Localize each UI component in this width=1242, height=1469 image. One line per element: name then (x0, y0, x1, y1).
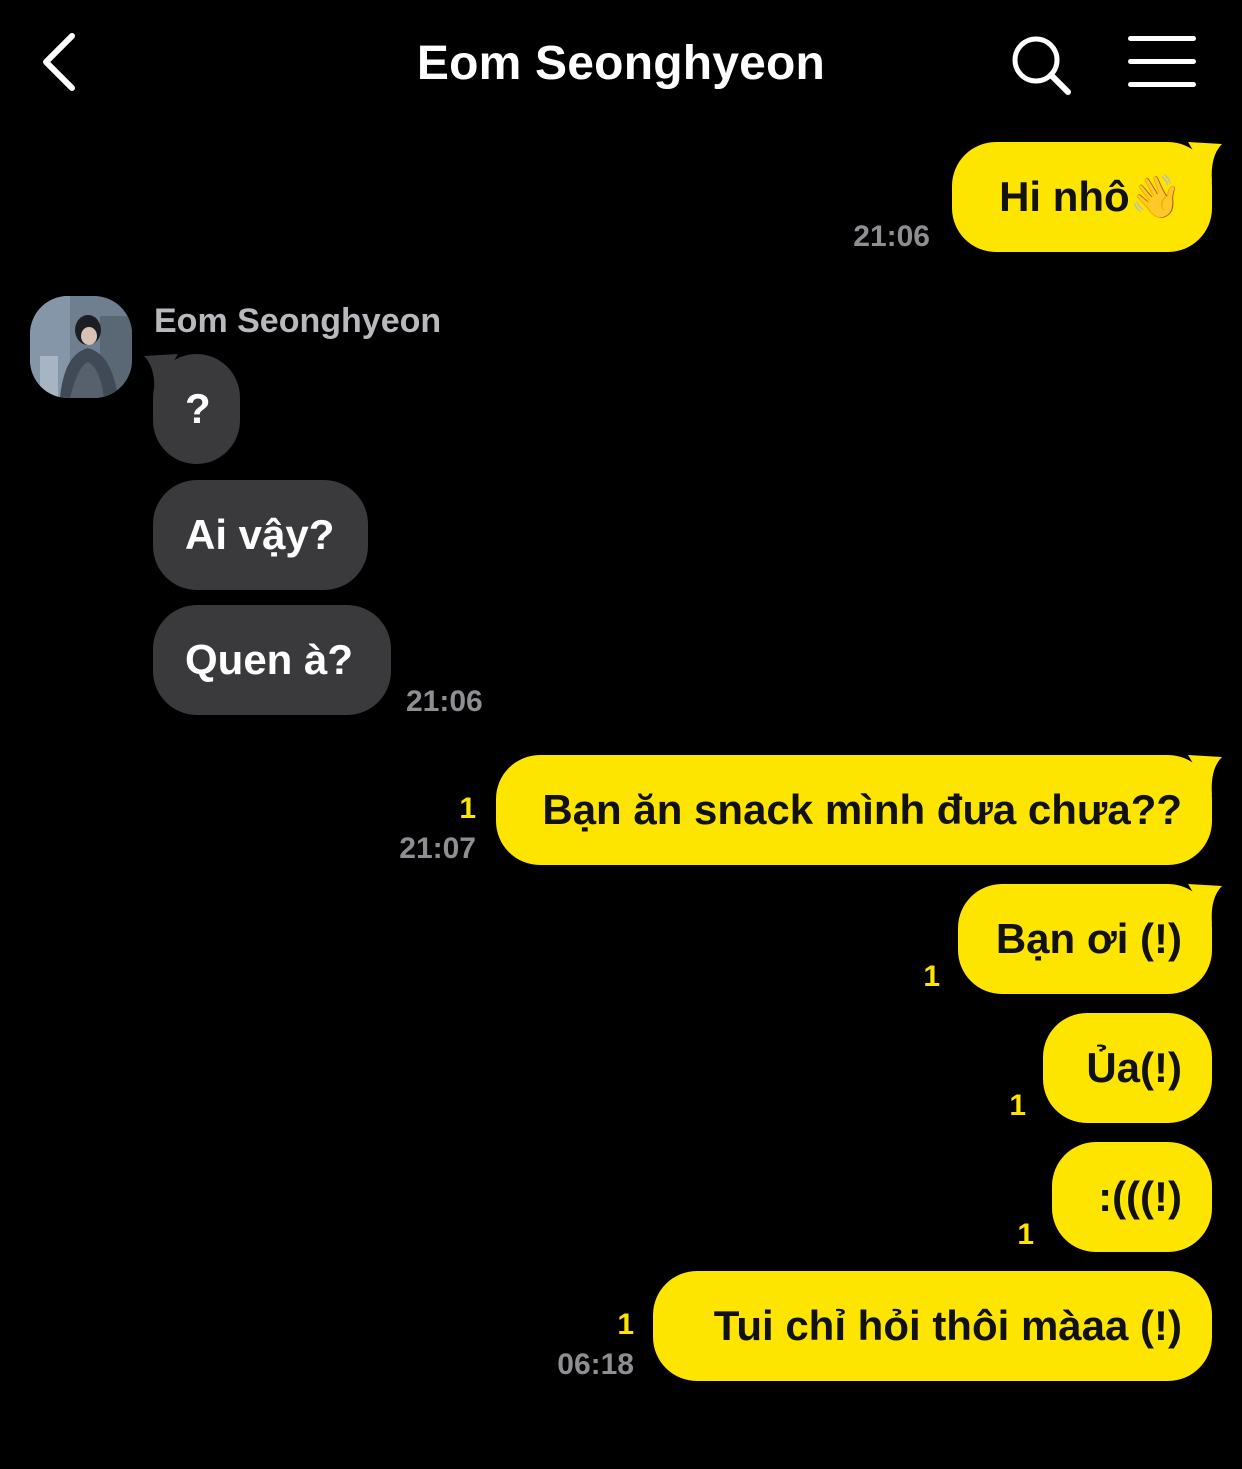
their-message-bubble[interactable]: Quen à? (153, 605, 391, 715)
their-message-bubble[interactable]: Ai vậy? (153, 480, 368, 590)
message-time: 21:06 (853, 220, 930, 253)
bubble-tail (1188, 142, 1222, 182)
message-text: :(((!) (1098, 1173, 1182, 1220)
message-text: ? (185, 385, 211, 432)
my-message-bubble[interactable]: Ủa(!) (1043, 1013, 1212, 1123)
chat-header: Eom Seonghyeon (0, 0, 1242, 130)
my-message-bubble[interactable]: Bạn ăn snack mình đưa chưa?? (496, 755, 1212, 865)
message-text: Tui chỉ hỏi thôi màaa (!) (713, 1302, 1182, 1349)
message-text: Ai vậy? (185, 511, 335, 558)
message-text: Ủa(!) (1086, 1044, 1182, 1091)
unread-count: 1 (1009, 1089, 1026, 1122)
my-message-bubble[interactable]: Tui chỉ hỏi thôi màaa (!) (653, 1271, 1212, 1381)
bubble-tail (1188, 755, 1222, 795)
message-text: Bạn ơi (!) (995, 915, 1182, 962)
unread-count: 1 (617, 1308, 634, 1341)
sender-name: Eom Seonghyeon (154, 302, 442, 340)
my-message-bubble[interactable]: Hi nhô👋 (952, 142, 1212, 252)
message-time: 21:07 (399, 832, 476, 865)
message-text: Hi nhô👋 (999, 172, 1182, 220)
contact-avatar[interactable] (30, 296, 132, 398)
their-message-bubble[interactable]: ? (153, 354, 240, 464)
message-time: 21:06 (406, 685, 483, 718)
bubble-tail (1188, 884, 1222, 924)
unread-count: 1 (459, 792, 476, 825)
message-text: Bạn ăn snack mình đưa chưa?? (542, 786, 1182, 833)
my-message-bubble[interactable]: Bạn ơi (!) (958, 884, 1212, 994)
message-text: Quen à? (185, 636, 354, 683)
unread-count: 1 (1017, 1218, 1034, 1251)
unread-count: 1 (923, 960, 940, 993)
message-time: 06:18 (557, 1348, 634, 1381)
my-message-bubble[interactable]: :(((!) (1052, 1142, 1212, 1252)
search-icon[interactable] (1008, 32, 1074, 98)
menu-icon[interactable] (1128, 36, 1196, 88)
